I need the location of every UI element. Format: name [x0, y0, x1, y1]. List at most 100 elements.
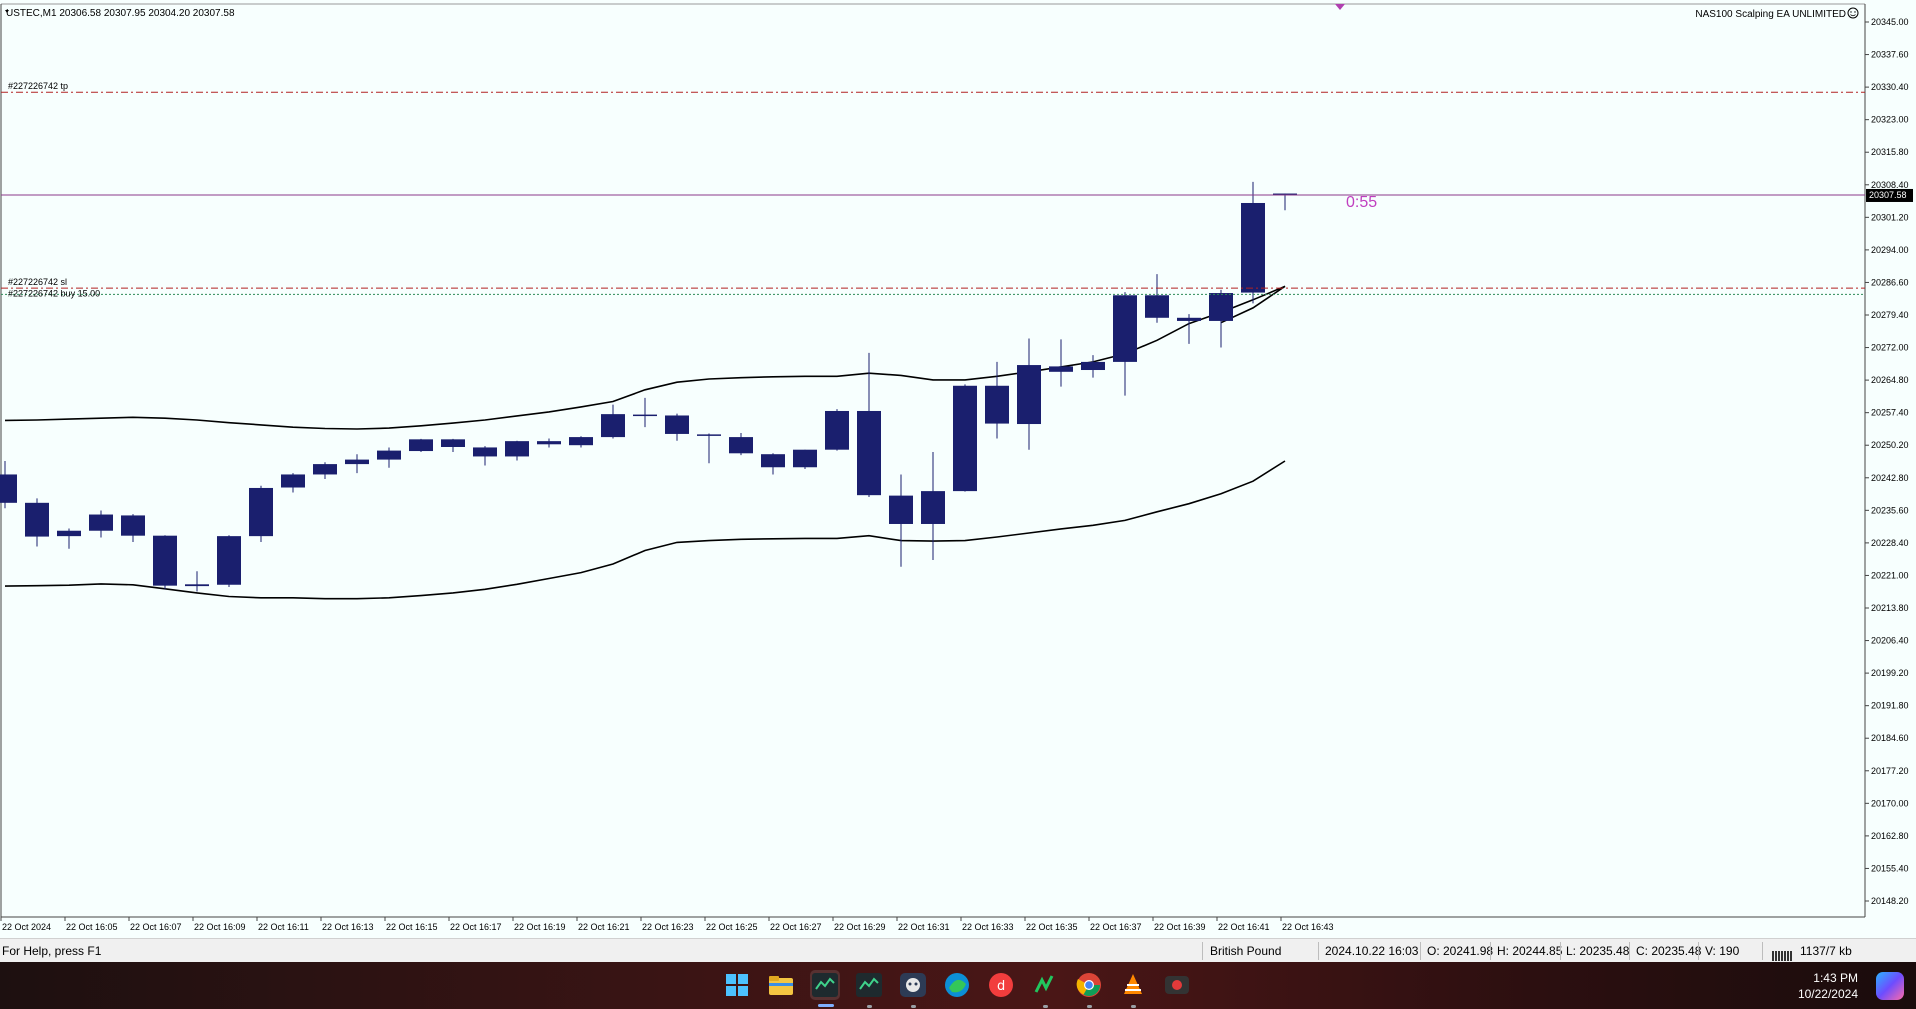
price-tick-label: 20345.00	[1871, 17, 1909, 27]
time-tick-label: 22 Oct 16:21	[578, 922, 630, 932]
status-bar: For Help, press F1 British Pound 2024.10…	[0, 938, 1916, 963]
price-tick-label: 20228.40	[1871, 538, 1909, 548]
candle-body	[377, 450, 401, 460]
time-tick-label: 22 Oct 16:35	[1026, 922, 1078, 932]
candle-body	[665, 415, 689, 434]
candle-body	[345, 459, 369, 465]
chrome-icon[interactable]	[1074, 970, 1104, 1000]
metatrader-icon[interactable]	[810, 970, 840, 1000]
time-tick-label: 22 Oct 16:05	[66, 922, 118, 932]
windows-taskbar: d 1:43 PM 10/22/2024	[0, 962, 1916, 1009]
candle-body	[441, 439, 465, 447]
candle-body	[1081, 361, 1105, 371]
candle-body	[825, 410, 849, 450]
candle	[953, 384, 977, 492]
status-low: L: 20235.48	[1566, 944, 1630, 958]
app-icon[interactable]	[898, 970, 928, 1000]
candle-body	[281, 474, 305, 488]
price-tick-label: 20257.40	[1871, 408, 1909, 418]
time-tick-label: 22 Oct 16:09	[194, 922, 246, 932]
candle-body	[121, 515, 145, 536]
candle-body	[697, 434, 721, 436]
clock-date: 10/22/2024	[1797, 987, 1858, 1001]
candle-body	[889, 495, 913, 524]
candle-body	[473, 447, 497, 457]
time-tick-label: 22 Oct 16:39	[1154, 922, 1206, 932]
ea-label: NAS100 Scalping EA UNLIMITED	[1695, 9, 1846, 20]
time-tick-label: 22 Oct 16:23	[642, 922, 694, 932]
candle-body	[1017, 365, 1041, 425]
chart-window[interactable]: 20345.00 20337.60 20330.40 20323.00 20315.80…	[0, 0, 1916, 938]
candle-body	[25, 502, 49, 537]
price-tick-label: 20301.20	[1871, 212, 1909, 222]
vlc-icon[interactable]	[1118, 970, 1148, 1000]
candle-body	[185, 584, 209, 587]
price-tick-label: 20199.20	[1871, 668, 1909, 678]
candle-body	[1145, 295, 1169, 318]
time-tick-label: 22 Oct 16:15	[386, 922, 438, 932]
price-tick-label: 20221.00	[1871, 570, 1909, 580]
recorder-icon[interactable]	[1162, 970, 1192, 1000]
candle-body	[153, 535, 177, 586]
bar-countdown: 0:55	[1346, 194, 1377, 211]
time-tick-label: 22 Oct 16:29	[834, 922, 886, 932]
copilot-icon[interactable]	[1876, 972, 1904, 1000]
price-tick-label: 20272.00	[1871, 343, 1909, 353]
candle-body	[761, 454, 785, 468]
windows-start-icon[interactable]	[722, 970, 752, 1000]
status-open: O: 20241.98	[1427, 944, 1494, 958]
price-tick-label: 20264.80	[1871, 375, 1909, 385]
app-icon[interactable]	[1030, 970, 1060, 1000]
candle-body	[793, 449, 817, 468]
candle-body	[601, 414, 625, 438]
candle-body	[857, 410, 881, 496]
candle-body	[217, 536, 241, 585]
candle-body	[1113, 295, 1137, 362]
candle-body	[409, 439, 433, 452]
price-tick-label: 20279.40	[1871, 310, 1909, 320]
status-volume: V: 190	[1705, 944, 1740, 958]
file-explorer-icon[interactable]	[766, 970, 796, 1000]
candle	[409, 438, 433, 452]
candle-body	[985, 385, 1009, 424]
price-tick-label: 20242.80	[1871, 473, 1909, 483]
order-tp-label: #227226742 tp	[8, 81, 68, 91]
current-price-label: 20307.58	[1869, 190, 1907, 200]
time-tick-label: 22 Oct 16:31	[898, 922, 950, 932]
time-tick-label: 22 Oct 16:33	[962, 922, 1014, 932]
time-tick-label: 22 Oct 16:11	[258, 922, 309, 932]
clock-time: 1:43 PM	[1813, 971, 1858, 985]
metatrader-icon[interactable]	[854, 970, 884, 1000]
status-traffic: 1137/7 kb	[1800, 944, 1852, 958]
candle-body	[633, 414, 657, 417]
candle	[153, 535, 177, 590]
symbol-header: USTEC,M1 20306.58 20307.95 20304.20 2030…	[6, 8, 235, 19]
time-tick-label: 22 Oct 16:13	[322, 922, 374, 932]
connection-bars-icon[interactable]	[1772, 945, 1794, 961]
price-tick-label: 20235.60	[1871, 505, 1909, 515]
time-tick-label: 22 Oct 16:17	[450, 922, 502, 932]
price-tick-label: 20213.80	[1871, 603, 1909, 613]
time-tick-label: 22 Oct 16:37	[1090, 922, 1142, 932]
candle-body	[249, 487, 273, 537]
candle-body	[57, 530, 81, 537]
status-profile[interactable]: British Pound	[1210, 939, 1281, 963]
time-tick-label: 22 Oct 2024	[2, 922, 51, 932]
status-help-text: For Help, press F1	[2, 944, 102, 958]
price-tick-label: 20323.00	[1871, 115, 1909, 125]
edge-icon[interactable]	[942, 970, 972, 1000]
svg-text:d: d	[997, 979, 1005, 994]
app-icon[interactable]: d	[986, 970, 1016, 1000]
candle	[217, 535, 241, 588]
order-buy-label: #227226742 buy 15.00	[8, 288, 100, 298]
candle-body	[1241, 202, 1265, 293]
price-chart[interactable]: 20345.00 20337.60 20330.40 20323.00 20315.80…	[0, 0, 1916, 938]
price-tick-label: 20177.20	[1871, 766, 1909, 776]
system-clock[interactable]: 1:43 PM 10/22/2024	[1798, 970, 1858, 1002]
candle-body	[1209, 293, 1233, 321]
candle-body	[729, 437, 753, 454]
candle-body	[313, 464, 337, 475]
candle	[825, 409, 849, 451]
time-tick-label: 22 Oct 16:27	[770, 922, 822, 932]
candle-body	[1049, 366, 1073, 372]
